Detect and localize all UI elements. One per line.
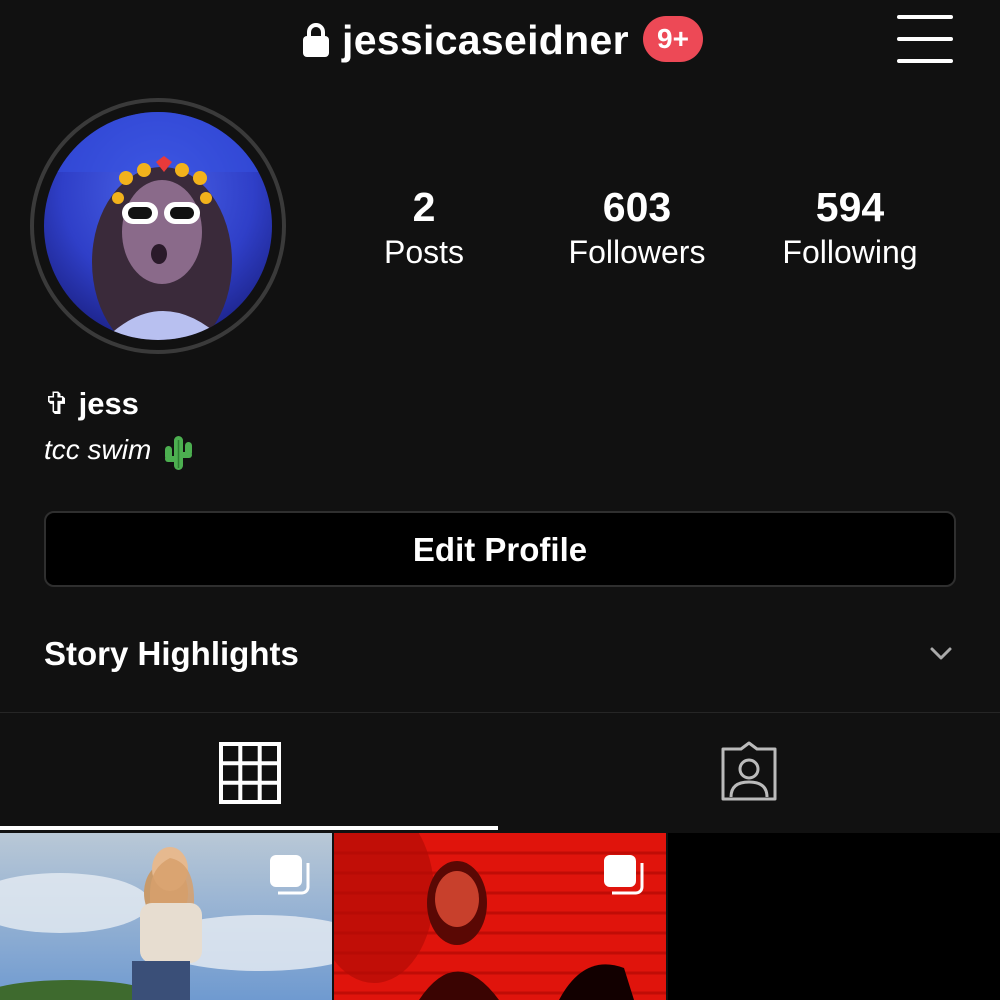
edit-profile-button[interactable]: Edit Profile — [44, 511, 956, 587]
active-tab-indicator — [0, 826, 498, 830]
lock-icon — [303, 23, 329, 57]
following-count: 594 — [815, 184, 885, 230]
multi-photo-icon — [270, 855, 310, 895]
empty-tile — [668, 833, 1000, 1000]
tagged-icon — [721, 741, 777, 801]
notification-badge[interactable]: 9+ — [643, 16, 703, 62]
post-tile[interactable] — [0, 833, 332, 1000]
avatar[interactable] — [44, 112, 272, 340]
post-tile[interactable] — [334, 833, 666, 1000]
grid-icon — [219, 742, 281, 804]
tab-posts-grid[interactable] — [0, 713, 498, 831]
chevron-down-icon[interactable] — [928, 644, 954, 664]
menu-icon[interactable] — [897, 15, 953, 63]
profile-bio: tcc swim — [44, 430, 193, 470]
following-label: Following — [782, 234, 918, 270]
stat-following[interactable]: 594 Following — [770, 182, 930, 272]
multi-photo-icon — [604, 855, 644, 895]
posts-label: Posts — [383, 234, 465, 270]
profile-username[interactable]: jessicaseidner — [342, 14, 629, 66]
tab-tagged[interactable] — [500, 713, 1000, 831]
posts-count: 2 — [412, 184, 436, 230]
profile-header: jessicaseidner 9+ — [0, 0, 1000, 84]
profile-display-name: ✞ jess — [44, 386, 139, 421]
followers-count: 603 — [602, 184, 672, 230]
cactus-icon — [165, 435, 193, 470]
stat-followers[interactable]: 603 Followers — [557, 182, 717, 272]
stat-posts[interactable]: 2 Posts — [369, 182, 479, 272]
followers-label: Followers — [568, 234, 706, 270]
bio-text: tcc swim — [44, 434, 152, 465]
story-highlights-title[interactable]: Story Highlights — [44, 632, 299, 676]
